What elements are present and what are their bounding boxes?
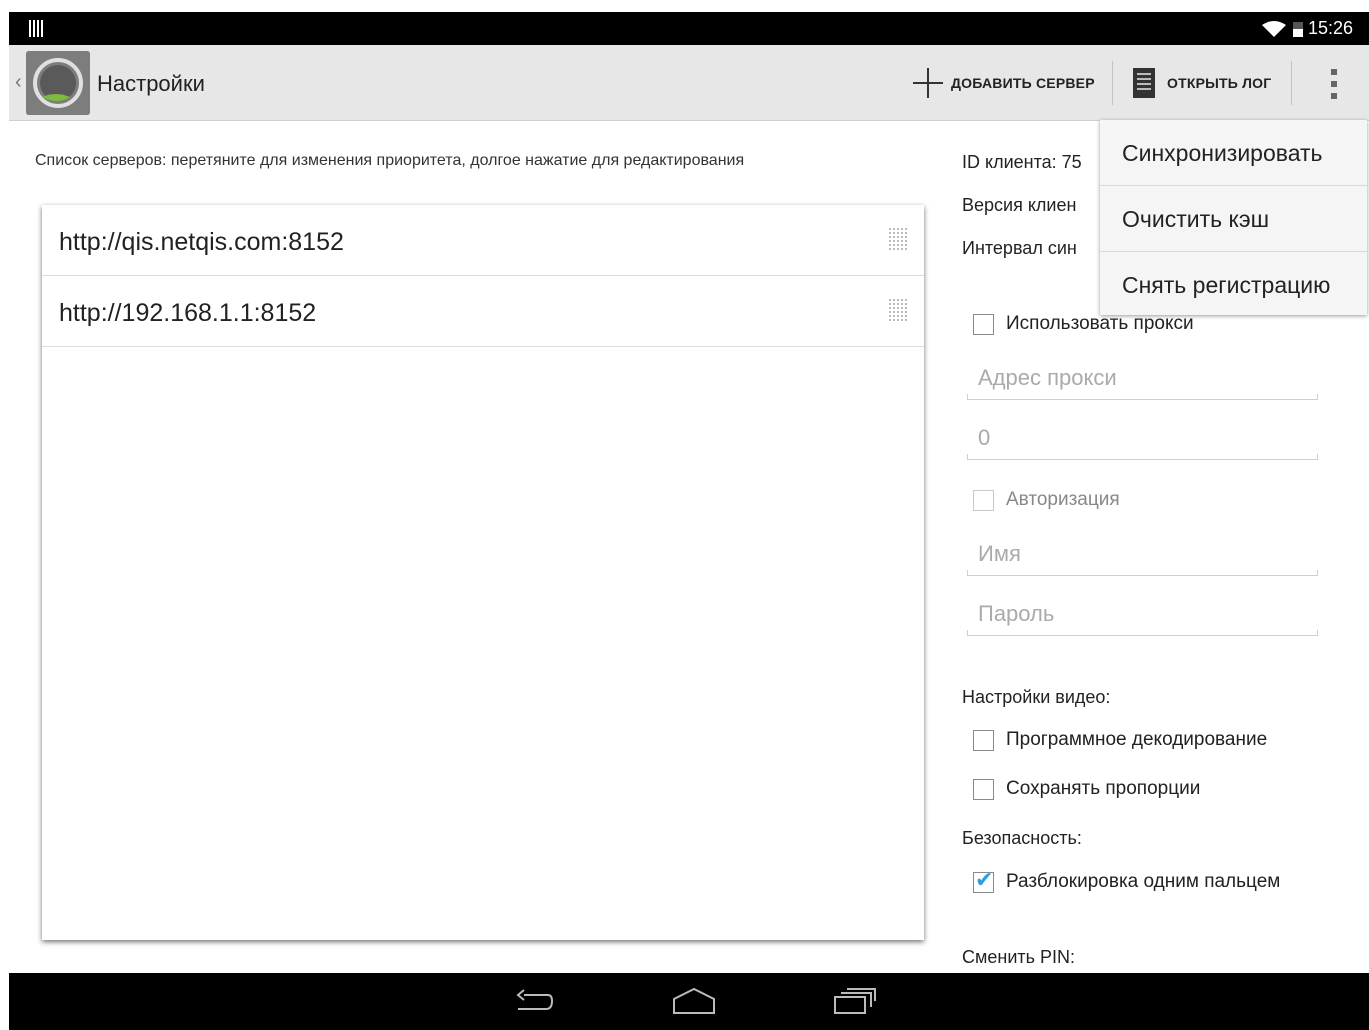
server-row[interactable]: http://qis.netqis.com:8152 (42, 205, 924, 276)
auth-checkbox[interactable]: Авторизация (973, 489, 1120, 511)
overflow-menu-icon[interactable] (1325, 69, 1345, 99)
menu-item-label: Синхронизировать (1122, 140, 1323, 166)
document-icon (1133, 68, 1155, 98)
home-icon[interactable] (671, 987, 717, 1015)
proxy-port-field[interactable]: 0 (967, 419, 1318, 460)
page-title: Настройки (97, 71, 205, 96)
client-version-text: Версия клиен (962, 195, 1077, 215)
menu-item-sync[interactable]: Синхронизировать (1100, 120, 1367, 186)
client-id-text: ID клиента: 75 (962, 152, 1082, 172)
proxy-address-field[interactable]: Адрес прокси (967, 359, 1318, 400)
open-log-label: ОТКРЫТЬ ЛОГ (1167, 75, 1272, 91)
password-placeholder: Пароль (978, 601, 1055, 626)
frame-left (0, 12, 9, 1030)
checkmark-icon: ✔ (975, 866, 994, 892)
menu-item-unregister[interactable]: Снять регистрацию (1100, 252, 1367, 317)
navigation-bar (9, 973, 1369, 1030)
action-divider (1291, 61, 1292, 105)
server-list-hint: Список серверов: перетяните для изменени… (35, 152, 745, 169)
back-icon[interactable] (512, 987, 554, 1015)
clock: 15:26 (1308, 18, 1354, 38)
software-decoding-checkbox[interactable]: Программное декодирование (973, 729, 1267, 751)
wifi-icon (1262, 21, 1286, 37)
drag-handle-icon[interactable] (888, 227, 908, 251)
software-decoding-label: Программное декодирование (1006, 729, 1268, 750)
add-server-button[interactable]: ДОБАВИТЬ СЕРВЕР (911, 65, 1095, 101)
plus-icon (911, 66, 945, 100)
password-field[interactable]: Пароль (967, 595, 1318, 636)
username-placeholder: Имя (978, 541, 1021, 566)
checkbox-icon (973, 489, 994, 511)
one-finger-unlock-label: Разблокировка одним пальцем (1006, 871, 1281, 892)
open-log-button[interactable]: ОТКРЫТЬ ЛОГ (1133, 65, 1271, 101)
checkbox-icon: ✔ (973, 866, 994, 893)
app-logo-icon[interactable] (26, 51, 90, 115)
up-caret-icon[interactable]: ‹ (15, 71, 22, 94)
menu-item-clear-cache[interactable]: Очистить кэш (1100, 186, 1367, 252)
one-finger-unlock-checkbox[interactable]: ✔ Разблокировка одним пальцем (973, 866, 1281, 893)
proxy-address-placeholder: Адрес прокси (978, 365, 1117, 390)
keep-aspect-label: Сохранять пропорции (1006, 778, 1201, 799)
auth-label: Авторизация (1006, 489, 1120, 510)
overflow-menu: Синхронизировать Очистить кэш Снять реги… (1100, 120, 1367, 315)
sync-interval-text: Интервал син (962, 238, 1077, 258)
server-url: http://192.168.1.1:8152 (59, 299, 317, 327)
action-bar: ‹ Настройки ДОБАВИТЬ СЕРВЕР ОТКРЫТЬ ЛОГ (9, 45, 1369, 121)
server-row[interactable]: http://192.168.1.1:8152 (42, 276, 924, 347)
action-divider (1112, 61, 1113, 105)
recent-apps-icon[interactable] (833, 987, 877, 1015)
username-field[interactable]: Имя (967, 535, 1318, 576)
checkbox-icon (973, 778, 994, 800)
drag-handle-icon[interactable] (888, 298, 908, 322)
server-list: http://qis.netqis.com:8152 http://192.16… (42, 205, 924, 940)
video-settings-header: Настройки видео: (962, 687, 1111, 707)
status-bar: 15:26 (9, 12, 1369, 45)
keep-aspect-checkbox[interactable]: Сохранять пропорции (973, 778, 1200, 800)
menu-item-label: Снять регистрацию (1122, 272, 1331, 298)
security-header: Безопасность: (962, 828, 1082, 848)
add-server-label: ДОБАВИТЬ СЕРВЕР (951, 75, 1095, 91)
proxy-port-placeholder: 0 (978, 425, 991, 450)
checkbox-icon (973, 729, 994, 751)
change-pin-label[interactable]: Сменить PIN: (962, 947, 1075, 968)
server-url: http://qis.netqis.com:8152 (59, 228, 344, 256)
notification-icon (29, 20, 43, 37)
menu-item-label: Очистить кэш (1122, 206, 1270, 232)
battery-icon (1293, 20, 1303, 37)
checkbox-icon (973, 313, 994, 335)
frame-top (0, 0, 1369, 12)
